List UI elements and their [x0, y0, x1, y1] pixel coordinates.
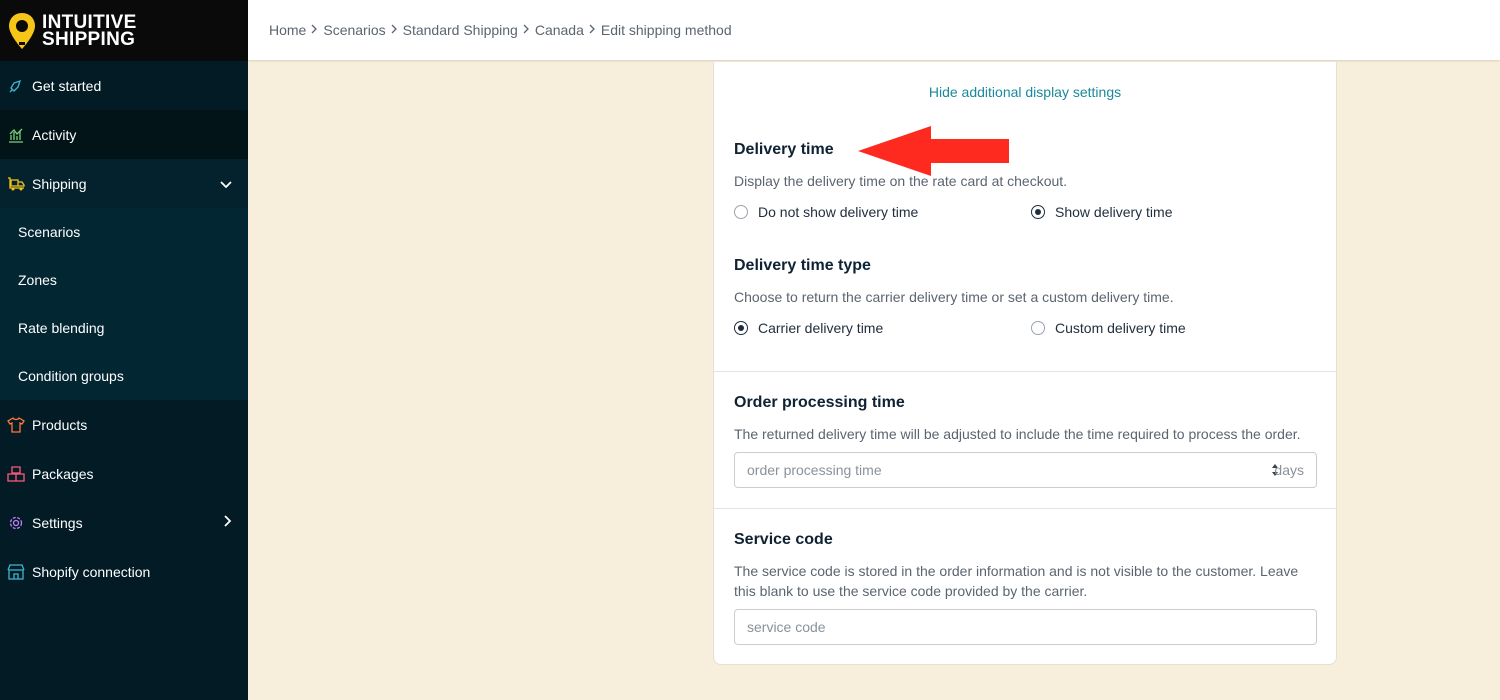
location-pin-icon	[9, 12, 35, 49]
radio-circle	[734, 205, 748, 219]
sidebar-item-packages[interactable]: Packages	[0, 449, 248, 498]
service-code-input[interactable]: service code	[734, 609, 1317, 645]
sidebar-item-products[interactable]: Products	[0, 400, 248, 449]
sidebar-subitem-rate-blending[interactable]: Rate blending	[0, 304, 248, 352]
delivery-time-title: Delivery time	[734, 141, 834, 158]
service-code-title: Service code	[734, 531, 833, 548]
chevron-right-icon	[311, 23, 318, 37]
radio-circle	[1031, 321, 1045, 335]
delivery-time-type-desc: Choose to return the carrier delivery ti…	[734, 289, 1174, 305]
store-icon	[7, 563, 25, 581]
breadcrumb-current: Edit shipping method	[600, 22, 732, 38]
chevron-right-icon	[391, 23, 398, 37]
radio-label: Show delivery time	[1055, 204, 1173, 220]
service-code-placeholder: service code	[747, 619, 826, 635]
brand-logo[interactable]: INTUITIVE SHIPPING	[0, 0, 248, 61]
chevron-down-icon	[220, 176, 232, 192]
breadcrumb: Home Scenarios Standard Shipping Canada …	[248, 0, 1500, 60]
sidebar-item-label: Packages	[32, 465, 94, 482]
sidebar-item-shopify-connection[interactable]: Shopify connection	[0, 547, 248, 596]
shirt-icon	[7, 416, 25, 434]
breadcrumb-canada[interactable]: Canada	[535, 22, 584, 38]
sidebar: INTUITIVE SHIPPING Get started Activity …	[0, 0, 248, 700]
brand-line2: SHIPPING	[42, 28, 136, 50]
sidebar-item-settings[interactable]: Settings	[0, 498, 248, 547]
chevron-right-icon	[589, 23, 596, 37]
brand-line1: INTUITIVE	[42, 11, 137, 33]
radio-label: Do not show delivery time	[758, 204, 919, 220]
radio-carrier-delivery-time[interactable]: Carrier delivery time	[734, 320, 883, 336]
chevron-right-icon	[523, 23, 530, 37]
sidebar-item-label: Settings	[32, 514, 83, 531]
boxes-icon	[7, 465, 25, 483]
annotation-arrow-icon	[858, 126, 1009, 176]
truck-icon	[7, 175, 25, 193]
sidebar-item-label: Get started	[32, 77, 102, 94]
sidebar-subitem-scenarios[interactable]: Scenarios	[0, 208, 248, 256]
order-processing-desc: The returned delivery time will be adjus…	[734, 426, 1301, 442]
section-divider	[714, 508, 1336, 509]
chevron-right-icon	[224, 514, 232, 530]
days-suffix: days	[1274, 462, 1304, 478]
breadcrumb-home[interactable]: Home	[269, 22, 306, 38]
order-processing-input[interactable]: order processing time days	[734, 452, 1317, 488]
sidebar-item-activity[interactable]: Activity	[0, 110, 248, 159]
sidebar-item-shipping[interactable]: Shipping	[0, 159, 248, 208]
section-divider	[714, 371, 1336, 372]
radio-show-delivery-time[interactable]: Show delivery time	[1031, 204, 1173, 220]
breadcrumb-standard-shipping[interactable]: Standard Shipping	[403, 22, 518, 38]
sidebar-item-label: Activity	[32, 126, 77, 143]
radio-do-not-show-delivery-time[interactable]: Do not show delivery time	[734, 204, 918, 220]
hide-additional-settings-link[interactable]: Hide additional display settings	[714, 84, 1336, 100]
sidebar-item-label: Products	[32, 416, 88, 433]
delivery-time-type-title: Delivery time type	[734, 257, 871, 274]
shipping-submenu: Scenarios Zones Rate blending Condition …	[0, 208, 248, 400]
radio-circle-selected	[734, 321, 748, 335]
radio-custom-delivery-time[interactable]: Custom delivery time	[1031, 320, 1186, 336]
sidebar-item-label: Shopify connection	[32, 563, 151, 580]
order-processing-placeholder: order processing time	[747, 462, 882, 478]
rocket-icon	[7, 77, 25, 95]
sidebar-subitem-condition-groups[interactable]: Condition groups	[0, 352, 248, 400]
gear-icon	[7, 514, 25, 532]
sidebar-item-get-started[interactable]: Get started	[0, 61, 248, 110]
radio-circle-selected	[1031, 205, 1045, 219]
display-settings-card: Hide additional display settings Deliver…	[713, 62, 1337, 665]
chart-icon	[7, 126, 25, 144]
radio-label: Custom delivery time	[1055, 320, 1186, 336]
service-code-desc-line1: The service code is stored in the order …	[734, 563, 1299, 579]
service-code-desc-line2: this blank to use the service code provi…	[734, 583, 1088, 599]
order-processing-title: Order processing time	[734, 394, 905, 411]
sidebar-item-label: Shipping	[32, 175, 87, 192]
breadcrumb-scenarios[interactable]: Scenarios	[323, 22, 385, 38]
sidebar-subitem-zones[interactable]: Zones	[0, 256, 248, 304]
radio-label: Carrier delivery time	[758, 320, 884, 336]
